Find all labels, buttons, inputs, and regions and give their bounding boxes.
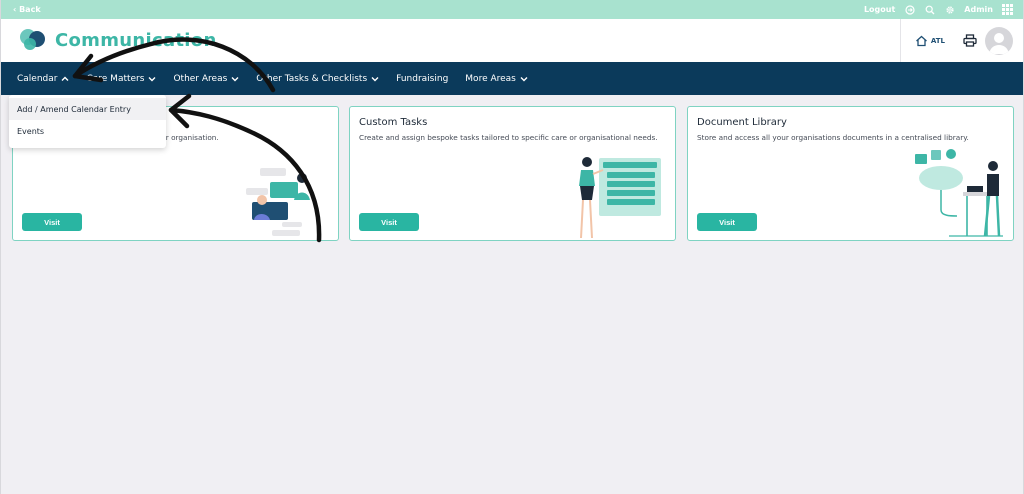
menu-item-add-amend-calendar-entry[interactable]: Add / Amend Calendar Entry (9, 98, 166, 120)
task-board-illustration-icon (579, 157, 661, 239)
chevron-down-icon (520, 76, 528, 81)
calendar-dropdown-menu: Add / Amend Calendar Entry Events (9, 95, 166, 148)
nav-label: More Areas (465, 73, 516, 84)
nav-item-other-areas[interactable]: Other Areas (173, 74, 239, 84)
printer-icon (963, 34, 977, 47)
logo-mark-icon (20, 29, 45, 50)
avatar[interactable] (985, 26, 1013, 55)
app-window: ‹ Back Logout Admin Communication ATL Ca… (0, 0, 1024, 494)
home-label: ATL (930, 36, 945, 45)
back-label: ‹ Back (13, 5, 41, 14)
nav-item-more-areas[interactable]: More Areas (465, 74, 528, 84)
back-link[interactable]: ‹ Back (13, 5, 41, 14)
gear-icon[interactable] (944, 4, 955, 15)
messaging-illustration-icon (246, 168, 310, 236)
logout-link[interactable]: Logout (864, 5, 895, 14)
search-icon[interactable] (924, 4, 935, 15)
nav-label: Care Matters (86, 73, 145, 84)
chevron-down-icon (231, 76, 239, 81)
nav-label: Fundraising (396, 73, 449, 84)
cloud-documents-illustration-icon (915, 149, 1003, 237)
visit-button[interactable]: Visit (359, 213, 419, 231)
header-divider (899, 19, 901, 62)
chevron-down-icon (371, 76, 379, 81)
main-nav: Calendar Care Matters Other Areas Other … (1, 62, 1023, 95)
nav-item-other-tasks[interactable]: Other Tasks & Checklists (256, 74, 379, 84)
topbar-actions: Logout Admin (864, 4, 1013, 15)
app-title: Communication (55, 29, 217, 51)
logout-icon[interactable] (904, 4, 915, 15)
card-document-library: Document Library Store and access all yo… (687, 106, 1014, 241)
user-name[interactable]: Admin (964, 5, 993, 14)
home-button[interactable]: ATL (915, 35, 945, 47)
nav-label: Other Tasks & Checklists (256, 73, 368, 84)
top-utility-bar: ‹ Back Logout Admin (1, 0, 1023, 19)
print-button[interactable] (963, 34, 977, 47)
card-custom-tasks: Custom Tasks Create and assign bespoke t… (349, 106, 676, 241)
card-description: Store and access all your organisations … (697, 133, 969, 142)
card-title: Document Library (697, 117, 787, 128)
menu-item-events[interactable]: Events (9, 120, 166, 142)
nav-item-care-matters[interactable]: Care Matters (86, 74, 156, 84)
nav-label: Other Areas (173, 73, 228, 84)
home-icon (915, 35, 927, 46)
card-title: Custom Tasks (359, 117, 428, 128)
visit-button[interactable]: Visit (22, 213, 82, 231)
nav-item-fundraising[interactable]: Fundraising (396, 74, 448, 84)
nav-label: Calendar (17, 73, 58, 84)
nav-item-calendar[interactable]: Calendar (17, 74, 69, 84)
chevron-down-icon (148, 76, 156, 81)
app-header: Communication ATL (1, 19, 1023, 62)
card-description: Create and assign bespoke tasks tailored… (359, 133, 658, 142)
app-logo[interactable]: Communication (17, 28, 217, 52)
apps-grid-icon[interactable] (1002, 4, 1013, 15)
chevron-up-icon (61, 76, 69, 81)
header-actions: ATL (899, 19, 1013, 62)
user-icon (989, 32, 1009, 54)
visit-button[interactable]: Visit (697, 213, 757, 231)
